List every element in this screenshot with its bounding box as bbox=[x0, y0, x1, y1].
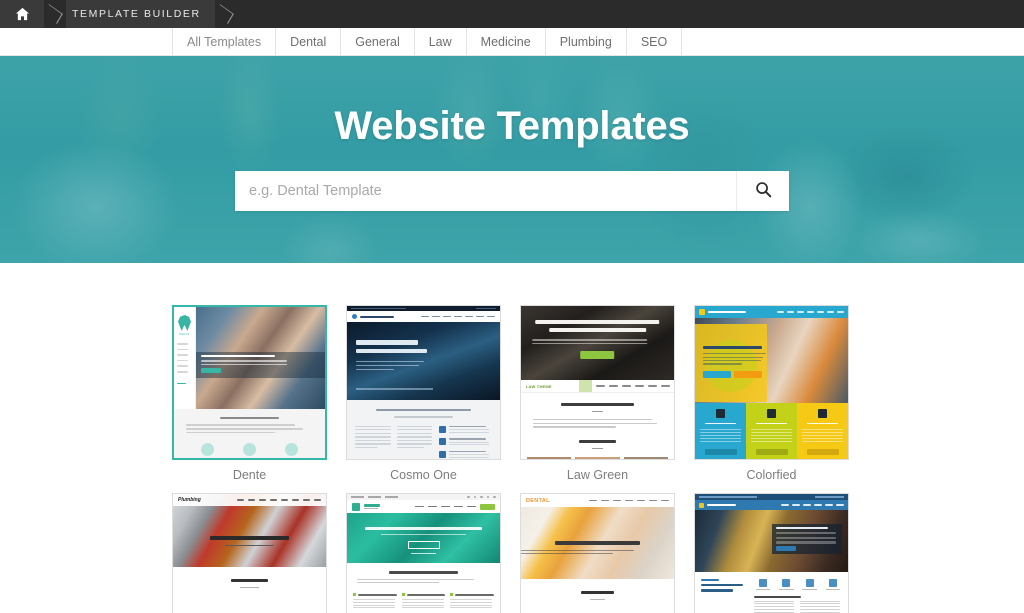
home-icon bbox=[15, 7, 30, 21]
template-name: Cosmo One bbox=[390, 468, 457, 482]
breadcrumb-template-builder[interactable]: TEMPLATE BUILDER bbox=[66, 0, 215, 28]
breadcrumb-spacer bbox=[236, 0, 1024, 28]
search-button[interactable] bbox=[736, 171, 789, 211]
template-card[interactable]: Colorfied bbox=[694, 305, 849, 482]
home-button[interactable] bbox=[0, 0, 44, 28]
template-thumbnail[interactable]: Plumbing bbox=[172, 493, 327, 613]
template-thumbnail[interactable]: DENTE bbox=[172, 305, 327, 460]
tab-all-templates[interactable]: All Templates bbox=[172, 28, 275, 55]
breadcrumb-bar: TEMPLATE BUILDER bbox=[0, 0, 1024, 28]
hero-banner: Website Templates bbox=[0, 56, 1024, 263]
template-name: Dente bbox=[232, 468, 267, 482]
tab-general[interactable]: General bbox=[340, 28, 413, 55]
search-icon bbox=[755, 181, 772, 201]
template-card[interactable] bbox=[694, 493, 849, 613]
template-thumbnail[interactable]: LAW THEME bbox=[520, 305, 675, 460]
tab-law[interactable]: Law bbox=[413, 28, 466, 55]
search-bar bbox=[235, 171, 789, 211]
template-name: Colorfied bbox=[746, 468, 797, 482]
template-card[interactable] bbox=[346, 493, 501, 613]
breadcrumb-separator-2 bbox=[215, 0, 237, 28]
template-card[interactable]: DENTE Dente bbox=[172, 305, 327, 482]
category-tab-bar: All Templates Dental General Law Medicine Plu… bbox=[0, 28, 1024, 56]
template-thumbnail[interactable]: DENTAL bbox=[520, 493, 675, 613]
search-input[interactable] bbox=[235, 171, 736, 211]
template-card[interactable]: LAW THEME Law Green bbox=[520, 305, 675, 482]
template-card[interactable]: Plumbing bbox=[172, 493, 327, 613]
template-grid: DENTE Dente Cosmo One LAW THEME Law Gree… bbox=[0, 263, 1024, 613]
template-thumbnail[interactable] bbox=[346, 305, 501, 460]
tab-medicine[interactable]: Medicine bbox=[465, 28, 545, 55]
tab-seo[interactable]: SEO bbox=[625, 28, 683, 55]
template-thumbnail[interactable] bbox=[694, 493, 849, 613]
tab-dental[interactable]: Dental bbox=[275, 28, 340, 55]
template-card[interactable]: DENTAL bbox=[520, 493, 675, 613]
template-thumbnail[interactable] bbox=[694, 305, 849, 460]
template-thumbnail[interactable] bbox=[346, 493, 501, 613]
tab-plumbing[interactable]: Plumbing bbox=[544, 28, 626, 55]
template-card[interactable]: Cosmo One bbox=[346, 305, 501, 482]
template-name: Law Green bbox=[566, 468, 629, 482]
page-title: Website Templates bbox=[334, 104, 690, 148]
breadcrumb-separator-1 bbox=[44, 0, 66, 28]
breadcrumb-label-text: TEMPLATE BUILDER bbox=[72, 8, 201, 20]
